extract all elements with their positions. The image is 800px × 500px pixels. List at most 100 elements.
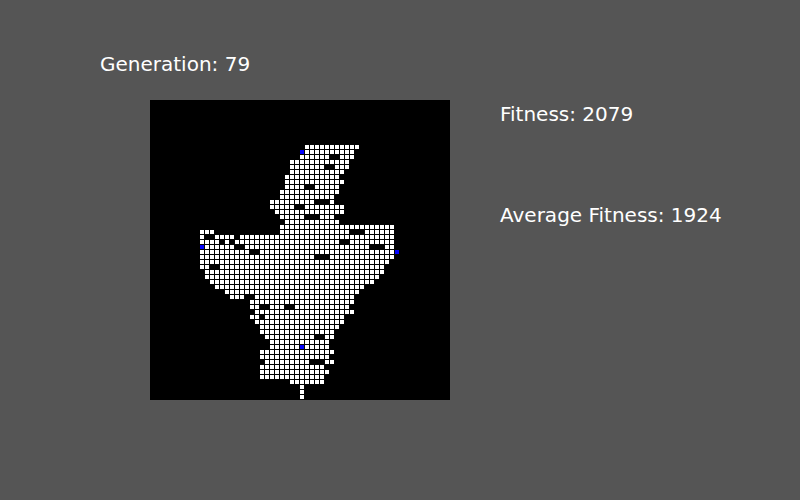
grid-cell bbox=[280, 345, 284, 349]
grid-cell bbox=[205, 150, 209, 154]
grid-cell bbox=[290, 260, 294, 264]
grid-cell bbox=[300, 170, 304, 174]
grid-cell bbox=[180, 290, 184, 294]
grid-cell bbox=[215, 255, 219, 259]
grid-cell bbox=[265, 260, 269, 264]
grid-cell bbox=[270, 375, 274, 379]
grid-cell bbox=[220, 325, 224, 329]
grid-cell bbox=[260, 375, 264, 379]
grid-cell bbox=[245, 230, 249, 234]
grid-cell bbox=[155, 290, 159, 294]
grid-cell bbox=[255, 360, 259, 364]
grid-cell bbox=[160, 210, 164, 214]
grid-cell bbox=[160, 235, 164, 239]
grid-cell bbox=[230, 350, 234, 354]
grid-cell bbox=[210, 150, 214, 154]
grid-cell bbox=[290, 165, 294, 169]
grid-cell bbox=[205, 305, 209, 309]
grid-cell bbox=[265, 315, 269, 319]
grid-cell bbox=[215, 300, 219, 304]
grid-cell bbox=[240, 345, 244, 349]
grid-cell bbox=[385, 230, 389, 234]
grid-cell bbox=[200, 365, 204, 369]
grid-cell bbox=[350, 260, 354, 264]
grid-cell bbox=[295, 160, 299, 164]
grid-cell bbox=[250, 235, 254, 239]
simulation-screen: Generation: 79Fitness: 2079Average Fitne… bbox=[0, 0, 800, 500]
grid-cell bbox=[305, 145, 309, 149]
grid-cell bbox=[210, 340, 214, 344]
grid-cell bbox=[315, 160, 319, 164]
grid-row bbox=[150, 105, 450, 110]
grid-cell bbox=[350, 280, 354, 284]
grid-cell bbox=[290, 325, 294, 329]
grid-cell bbox=[275, 155, 279, 159]
grid-cell bbox=[170, 320, 174, 324]
grid-cell bbox=[220, 165, 224, 169]
grid-cell bbox=[215, 270, 219, 274]
grid-cell bbox=[260, 185, 264, 189]
grid-cell bbox=[275, 185, 279, 189]
grid-cell bbox=[215, 375, 219, 379]
grid-cell bbox=[310, 240, 314, 244]
grid-cell bbox=[155, 285, 159, 289]
grid-cell bbox=[275, 350, 279, 354]
grid-cell bbox=[275, 295, 279, 299]
grid-cell bbox=[190, 345, 194, 349]
grid-cell bbox=[160, 170, 164, 174]
grid-cell bbox=[260, 220, 264, 224]
grid-cell bbox=[315, 185, 319, 189]
grid-cell bbox=[340, 280, 344, 284]
grid-cell bbox=[335, 240, 339, 244]
grid-cell bbox=[185, 315, 189, 319]
grid-cell bbox=[245, 160, 249, 164]
grid-cell bbox=[190, 330, 194, 334]
grid-cell bbox=[325, 210, 329, 214]
grid-cell bbox=[220, 285, 224, 289]
grid-cell bbox=[215, 215, 219, 219]
grid-cell bbox=[310, 350, 314, 354]
grid-cell bbox=[240, 320, 244, 324]
grid-cell bbox=[210, 355, 214, 359]
grid-cell bbox=[375, 230, 379, 234]
grid-cell bbox=[175, 205, 179, 209]
grid-cell bbox=[345, 245, 349, 249]
grid-cell bbox=[305, 195, 309, 199]
grid-cell bbox=[165, 150, 169, 154]
grid-cell bbox=[340, 145, 344, 149]
grid-cell bbox=[260, 305, 264, 309]
grid-cell bbox=[310, 160, 314, 164]
grid-cell bbox=[310, 360, 314, 364]
grid-row bbox=[150, 200, 450, 205]
grid-cell bbox=[265, 265, 269, 269]
grid-cell bbox=[330, 330, 334, 334]
grid-cell bbox=[355, 240, 359, 244]
grid-cell bbox=[325, 275, 329, 279]
grid-cell bbox=[270, 300, 274, 304]
grid-cell bbox=[240, 370, 244, 374]
grid-cell bbox=[165, 265, 169, 269]
grid-cell bbox=[275, 265, 279, 269]
grid-cell bbox=[285, 210, 289, 214]
grid-cell bbox=[335, 175, 339, 179]
grid-cell bbox=[210, 165, 214, 169]
grid-cell bbox=[365, 250, 369, 254]
grid-cell bbox=[365, 280, 369, 284]
grid-cell bbox=[240, 155, 244, 159]
grid-cell bbox=[355, 280, 359, 284]
grid-cell bbox=[290, 330, 294, 334]
grid-cell bbox=[220, 295, 224, 299]
grid-cell bbox=[200, 305, 204, 309]
grid-cell bbox=[240, 245, 244, 249]
grid-cell bbox=[300, 340, 304, 344]
grid-cell bbox=[165, 230, 169, 234]
grid-cell bbox=[295, 375, 299, 379]
grid-cell bbox=[305, 285, 309, 289]
grid-cell bbox=[205, 380, 209, 384]
grid-cell bbox=[335, 210, 339, 214]
grid-cell bbox=[240, 305, 244, 309]
grid-cell bbox=[185, 245, 189, 249]
grid-cell bbox=[325, 335, 329, 339]
grid-cell bbox=[225, 235, 229, 239]
grid-cell bbox=[185, 280, 189, 284]
